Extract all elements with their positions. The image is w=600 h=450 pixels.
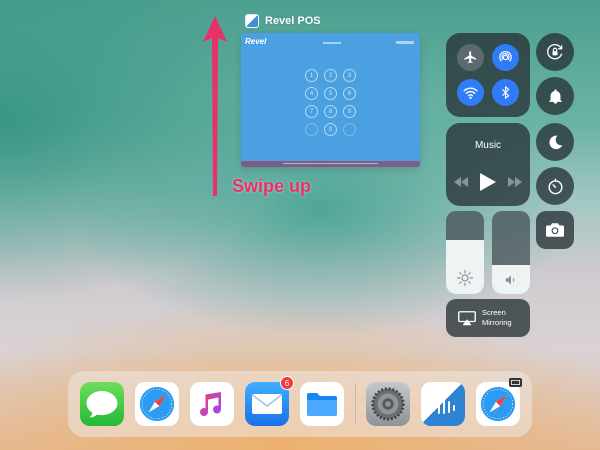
revel-pos-icon	[245, 14, 259, 28]
dock-app-revel-pos[interactable]	[421, 382, 465, 426]
music-title: Music	[474, 140, 502, 151]
card-logo: Revel	[245, 37, 267, 46]
sun-icon	[456, 269, 474, 287]
rewind-icon[interactable]	[454, 177, 468, 187]
airplane-icon	[464, 51, 477, 64]
settings-icon	[371, 387, 405, 421]
music-icon	[200, 392, 221, 417]
keypad-key	[305, 123, 318, 136]
passcode-keypad: 1 2 3 4 5 6 7 8 9 0	[305, 69, 356, 136]
brightness-icon-wrap	[446, 269, 484, 287]
app-card-revel-pos[interactable]: Revel 1 2 3 4 5 6 7 8 9 0	[241, 33, 420, 167]
keypad-key	[343, 123, 356, 136]
play-icon[interactable]	[480, 173, 496, 191]
mail-badge: 6	[280, 376, 294, 390]
camera-button[interactable]	[536, 211, 574, 249]
camera-icon	[546, 223, 564, 237]
dock-app-safari[interactable]	[135, 382, 179, 426]
card-header-text	[323, 42, 341, 44]
card-footer-banner	[241, 161, 420, 167]
volume-slider[interactable]	[492, 211, 530, 294]
wifi-toggle[interactable]	[457, 79, 484, 106]
swipe-up-label: Swipe up	[232, 176, 312, 196]
keypad-key: 0	[324, 123, 337, 136]
files-icon	[307, 393, 337, 416]
silent-mode-button[interactable]	[536, 77, 574, 115]
orientation-lock-button[interactable]	[536, 33, 574, 71]
keypad-key: 3	[343, 69, 356, 82]
app-card-title: Revel POS	[265, 15, 321, 27]
timer-button[interactable]	[536, 167, 574, 205]
screen-mirroring-button[interactable]: Screen Mirroring	[446, 299, 530, 337]
bluetooth-toggle[interactable]	[492, 79, 519, 106]
dock-app-messages[interactable]	[80, 382, 124, 426]
keypad-key: 8	[324, 105, 337, 118]
dock-app-settings[interactable]	[366, 382, 410, 426]
revel-pos-icon	[433, 396, 455, 414]
keypad-key: 4	[305, 87, 318, 100]
app-card-header[interactable]: Revel POS	[245, 14, 321, 28]
card-footer-text	[283, 163, 378, 164]
bluetooth-icon	[501, 86, 510, 99]
airdrop-toggle[interactable]	[492, 44, 519, 71]
volume-icon-wrap	[492, 273, 530, 287]
desktop-icon	[511, 379, 520, 385]
keypad-key: 2	[324, 69, 337, 82]
keypad-key: 1	[305, 69, 318, 82]
connectivity-module	[446, 33, 530, 117]
swipe-up-arrow	[203, 16, 227, 196]
do-not-disturb-button[interactable]	[536, 123, 574, 161]
dock-app-files[interactable]	[300, 382, 344, 426]
keypad-key: 6	[343, 87, 356, 100]
airplay-icon	[458, 310, 476, 325]
wifi-icon	[463, 87, 478, 99]
handoff-indicator	[509, 378, 522, 387]
screen-mirroring-line1: Screen	[482, 308, 506, 317]
card-header-action	[396, 41, 414, 44]
speaker-icon	[505, 275, 515, 285]
dock-app-safari-recent[interactable]	[476, 378, 522, 426]
keypad-key: 7	[305, 105, 318, 118]
safari-icon	[139, 386, 175, 422]
dock-divider	[355, 383, 356, 425]
bell-icon	[548, 88, 562, 104]
music-controls	[446, 173, 530, 191]
brightness-slider[interactable]	[446, 211, 484, 294]
dock-app-music[interactable]	[190, 382, 234, 426]
keypad-key: 9	[343, 105, 356, 118]
safari-icon	[480, 386, 516, 422]
dock: 6	[68, 371, 532, 437]
timer-icon	[547, 178, 563, 194]
airdrop-icon	[499, 50, 512, 62]
airplane-mode-toggle[interactable]	[457, 44, 484, 71]
screen-mirroring-label: Screen Mirroring	[482, 308, 528, 328]
rotation-lock-icon	[547, 44, 563, 60]
music-module[interactable]: Music	[446, 123, 530, 206]
moon-icon	[548, 135, 562, 149]
keypad-key: 5	[324, 87, 337, 100]
screen-mirroring-line2: Mirroring	[482, 318, 512, 327]
messages-icon	[86, 391, 118, 418]
mail-icon	[252, 394, 282, 414]
dock-app-mail[interactable]: 6	[245, 376, 294, 426]
fast-forward-icon[interactable]	[508, 177, 522, 187]
